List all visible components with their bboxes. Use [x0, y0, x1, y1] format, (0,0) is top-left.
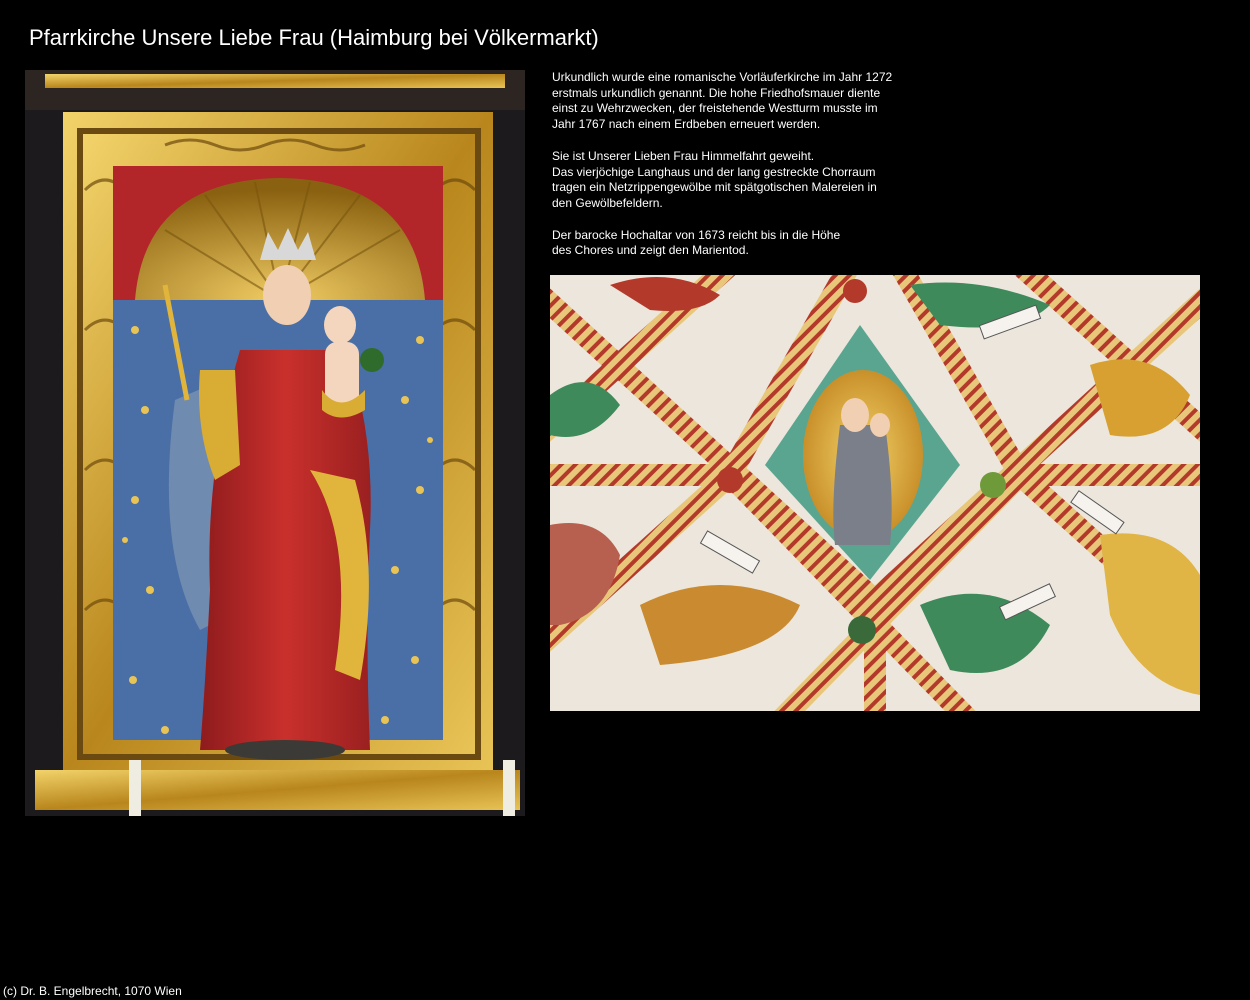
description-paragraph: Sie ist Unserer Lieben Frau Himmelfahrt … — [552, 149, 912, 212]
madonna-statue-photo[interactable] — [25, 70, 525, 816]
vault-painting-photo[interactable] — [550, 275, 1200, 711]
text-line: den Gewölbefeldern. — [552, 195, 663, 210]
copyright-footer: (c) Dr. B. Engelbrecht, 1070 Wien — [3, 984, 182, 998]
description-paragraph: Der barocke Hochaltar von 1673 reicht bi… — [552, 228, 912, 259]
text-line: Urkundlich wurde eine romanische Vorläuf… — [552, 70, 893, 84]
text-line: erstmals urkundlich genannt. Die hohe Fr… — [552, 85, 881, 100]
text-line: einst zu Wehrzwecken, der freistehende W… — [552, 101, 878, 116]
text-line: Sie ist Unserer Lieben Frau Himmelfahrt … — [552, 148, 815, 163]
text-line: des Chores und zeigt den Marientod. — [552, 243, 749, 258]
text-line: Der barocke Hochaltar von 1673 reicht bi… — [552, 227, 841, 242]
page-title: Pfarrkirche Unsere Liebe Frau (Haimburg … — [29, 25, 599, 50]
text-line: tragen ein Netzrippengewölbe mit spätgot… — [552, 180, 877, 195]
description-text: Urkundlich wurde eine romanische Vorläuf… — [552, 70, 912, 275]
text-line: Das vierjöchige Langhaus und der lang ge… — [552, 164, 876, 179]
text-line: Jahr 1767 nach einem Erdbeben erneuert w… — [552, 117, 821, 132]
description-paragraph: Urkundlich wurde eine romanische Vorläuf… — [552, 70, 912, 133]
